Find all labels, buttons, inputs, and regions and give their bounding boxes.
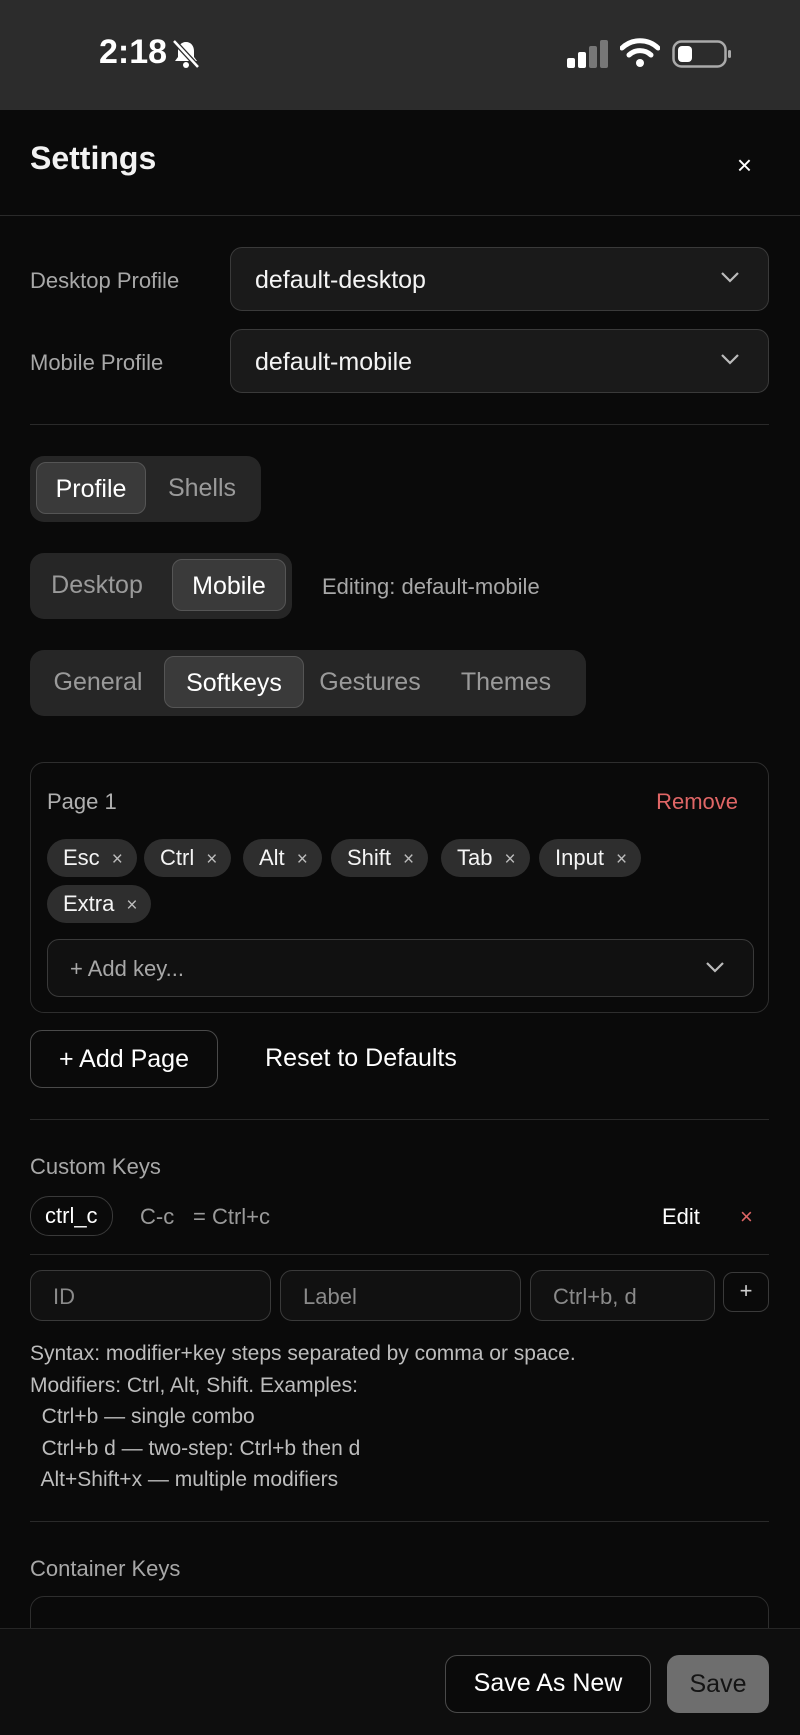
key-chip: Shift ×: [331, 839, 429, 877]
signal-icon: [567, 40, 608, 68]
tab-gestures[interactable]: Gestures: [308, 656, 432, 708]
key-chip-label: Ctrl: [160, 845, 195, 870]
tab-themes[interactable]: Themes: [440, 656, 572, 708]
key-chip-label: Alt: [259, 845, 285, 870]
mobile-profile-label: Mobile Profile: [30, 350, 164, 375]
divider: [30, 1254, 769, 1255]
remove-key-icon[interactable]: ×: [126, 895, 137, 916]
container-keys-heading: Container Keys: [30, 1556, 181, 1581]
battery-icon: [672, 40, 731, 68]
save-button[interactable]: Save: [667, 1655, 769, 1713]
custom-key-id: ctrl_c: [30, 1196, 113, 1236]
label-placeholder: Label: [303, 1284, 357, 1309]
divider: [30, 424, 769, 425]
key-chip: Input ×: [539, 839, 642, 877]
key-chip-label: Input: [555, 845, 604, 870]
sequence-placeholder: Ctrl+b, d: [553, 1284, 637, 1309]
id-placeholder: ID: [53, 1284, 75, 1309]
wifi-icon: [620, 38, 660, 67]
desktop-profile-label: Desktop Profile: [30, 268, 180, 293]
syntax-help-text: Syntax: modifier+key steps separated by …: [30, 1342, 576, 1491]
tab-general[interactable]: General: [36, 656, 160, 708]
key-chip: Tab ×: [441, 839, 530, 877]
remove-key-icon[interactable]: ×: [297, 849, 308, 870]
status-time: 2:18: [99, 33, 168, 71]
key-chip-label: Extra: [63, 891, 115, 916]
key-chip: Alt ×: [243, 839, 322, 877]
reset-defaults-button[interactable]: Reset to Defaults: [246, 1030, 476, 1088]
settings-header: Settings ×: [0, 110, 800, 216]
custom-keys-heading: Custom Keys: [30, 1154, 161, 1179]
custom-key-id-input[interactable]: ID: [30, 1270, 271, 1321]
tab-shells[interactable]: Shells: [150, 462, 254, 514]
divider: [30, 1119, 769, 1120]
key-chip-label: Shift: [347, 845, 392, 870]
page-label: Page 1: [47, 789, 117, 814]
settings-subtabs: General Softkeys Gestures Themes: [30, 650, 586, 716]
custom-key-sequence: = Ctrl+c: [193, 1204, 271, 1229]
custom-key-sequence-input[interactable]: Ctrl+b, d: [530, 1270, 715, 1321]
softkey-page-card: Page 1 Remove Esc × Ctrl × Alt × Shift × Tab…: [30, 762, 769, 1013]
tab-profile[interactable]: Profile: [36, 462, 146, 514]
key-chip: Esc ×: [47, 839, 137, 877]
profile-shells-tabs: Profile Shells: [30, 456, 261, 522]
tab-mobile[interactable]: Mobile: [172, 559, 286, 611]
chevron-down-icon: [706, 962, 724, 973]
tab-desktop[interactable]: Desktop: [36, 559, 158, 611]
key-chip-label: Tab: [457, 845, 493, 870]
remove-page-button[interactable]: Remove: [656, 789, 738, 815]
custom-key-label-input[interactable]: Label: [280, 1270, 521, 1321]
chevron-down-icon: [721, 354, 739, 365]
add-custom-key-button[interactable]: +: [723, 1272, 769, 1312]
tab-softkeys[interactable]: Softkeys: [164, 656, 304, 708]
delete-custom-key-button[interactable]: ×: [740, 1204, 753, 1230]
add-key-select[interactable]: + Add key...: [47, 939, 754, 997]
key-chip: Ctrl ×: [144, 839, 232, 877]
bell-muted-icon: [172, 39, 200, 69]
key-chip: Extra ×: [47, 885, 152, 923]
mobile-profile-select[interactable]: default-mobile: [230, 329, 769, 393]
desktop-profile-value: default-desktop: [255, 266, 426, 294]
editing-status: Editing: default-mobile: [322, 574, 540, 599]
custom-key-label: C-c: [140, 1204, 175, 1229]
remove-key-icon[interactable]: ×: [206, 849, 217, 870]
desktop-profile-select[interactable]: default-desktop: [230, 247, 769, 311]
remove-key-icon[interactable]: ×: [504, 849, 515, 870]
device-tabs: Desktop Mobile: [30, 553, 292, 619]
mobile-profile-value: default-mobile: [255, 348, 413, 376]
footer-bar: Save As New Save: [0, 1628, 800, 1735]
edit-custom-key-button[interactable]: Edit: [662, 1204, 700, 1230]
remove-key-icon[interactable]: ×: [616, 849, 627, 870]
status-bar: 2:18: [0, 0, 800, 110]
close-button[interactable]: ×: [737, 150, 752, 181]
add-page-button[interactable]: + Add Page: [30, 1030, 218, 1088]
chevron-down-icon: [721, 272, 739, 283]
remove-key-icon[interactable]: ×: [112, 849, 123, 870]
save-as-new-button[interactable]: Save As New: [445, 1655, 651, 1713]
page-title: Settings: [30, 140, 157, 176]
divider: [30, 1521, 769, 1522]
add-key-placeholder: + Add key...: [70, 956, 184, 981]
remove-key-icon[interactable]: ×: [403, 849, 414, 870]
key-chip-label: Esc: [63, 845, 100, 870]
